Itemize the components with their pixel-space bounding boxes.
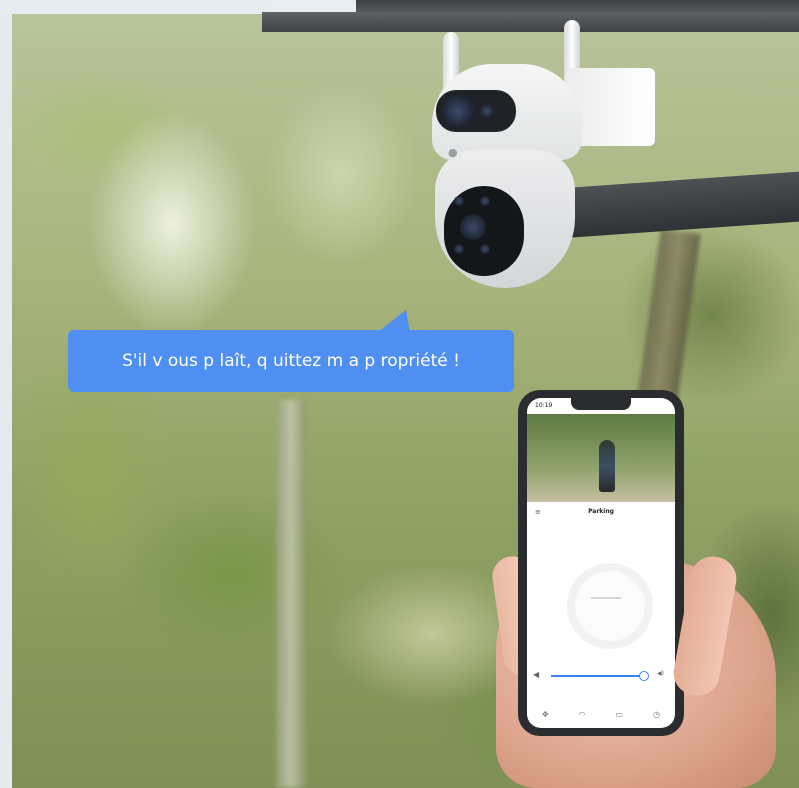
volume-slider-row: ◀ ◀): [533, 670, 669, 682]
phone-screen: 10:19 ≡ Parking ◀ ◀) ✥ ◠ ▭ ◷: [527, 398, 675, 728]
status-time: 10:19: [535, 402, 553, 409]
camera-sensor-icon: [480, 104, 494, 118]
app-bottom-bar: ✥ ◠ ▭ ◷: [527, 704, 675, 724]
tree-trunk: [276, 400, 306, 788]
volume-icon: ◀: [533, 670, 540, 679]
app-title: Parking: [588, 508, 614, 515]
speech-bubble: S'il v ous p laît, q uittez m a p roprié…: [68, 330, 514, 392]
camera-main-lens-icon: [460, 214, 486, 240]
ptz-center-bar: [591, 597, 621, 599]
volume-slider-handle[interactable]: [639, 671, 649, 681]
page-border-left: [0, 0, 12, 788]
record-icon[interactable]: ▭: [616, 710, 624, 719]
phone-notch: [571, 398, 631, 410]
camera-ir-led-icon: [454, 244, 464, 254]
overhang-edge: [356, 0, 799, 12]
camera-ir-led-icon: [480, 244, 490, 254]
camera-ir-led-icon: [454, 196, 464, 206]
ezviz-logo-icon: ●: [448, 146, 458, 159]
product-photo: ● S'il v ous p laît, q uittez m a p ropr…: [0, 0, 799, 788]
live-video-feed[interactable]: [527, 414, 675, 502]
ptz-control-icon[interactable]: [567, 563, 653, 649]
camera-ir-led-icon: [480, 196, 490, 206]
talk-icon[interactable]: ◠: [579, 710, 586, 719]
speech-bubble-text: S'il v ous p laît, q uittez m a p roprié…: [122, 351, 460, 371]
alarm-icon[interactable]: ◷: [653, 710, 660, 719]
ptz-icon[interactable]: ✥: [542, 710, 549, 719]
camera-lens-icon: [442, 94, 474, 128]
volume-max-icon: ◀): [657, 670, 664, 677]
page-border-top: [0, 0, 270, 14]
person-in-video: [599, 440, 615, 492]
speech-bubble-tail: [378, 310, 410, 332]
volume-slider-track[interactable]: [551, 675, 643, 677]
overhang-ceiling: [262, 12, 799, 32]
